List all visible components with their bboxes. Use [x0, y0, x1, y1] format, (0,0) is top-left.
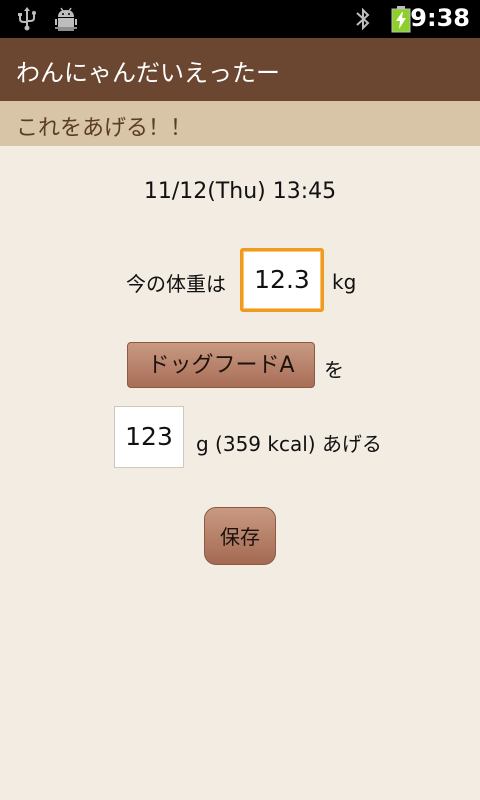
subtitle-bar: これをあげる！！ [0, 101, 480, 146]
android-debug-icon [54, 6, 78, 36]
usb-icon [16, 6, 38, 36]
food-suffix-label: を [324, 358, 344, 382]
app-title-bar: わんにゃんだいえったー [0, 38, 480, 101]
save-button[interactable]: 保存 [204, 507, 276, 565]
food-select-button[interactable]: ドッグフードA [127, 342, 315, 388]
status-bar: 9:38 [0, 0, 480, 38]
weight-label: 今の体重は [126, 272, 226, 296]
weight-unit: kg [332, 270, 357, 294]
amount-suffix-label: g (359 kcal) あげる [196, 432, 382, 456]
weight-input[interactable]: 12.3 [240, 248, 324, 312]
amount-input[interactable]: 123 [114, 406, 184, 468]
app-title: わんにゃんだいえったー [16, 59, 280, 87]
bluetooth-icon [354, 6, 372, 36]
battery-charging-icon [390, 5, 412, 37]
datetime-label: 11/12(Thu) 13:45 [143, 179, 337, 204]
clock: 9:38 [410, 4, 470, 32]
subtitle-text: これをあげる！！ [16, 116, 193, 141]
